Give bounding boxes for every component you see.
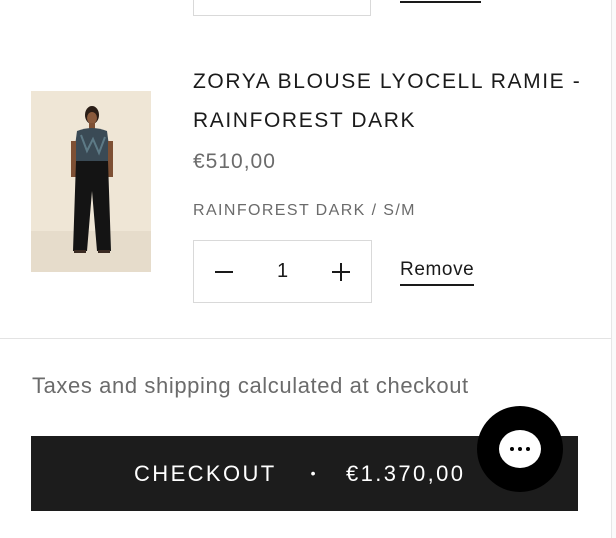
previous-item-remove-link[interactable] — [400, 1, 481, 3]
checkout-separator: • — [310, 464, 318, 481]
chat-bubble-icon — [499, 430, 541, 468]
checkout-total: €1.370,00 — [345, 460, 466, 486]
increase-quantity-button[interactable] — [311, 241, 371, 302]
previous-item-quantity-selector[interactable] — [193, 0, 371, 16]
cart-drawer: ZORYA BLOUSE LYOCELL RAMIE - RAINFOREST … — [0, 0, 616, 538]
checkout-button-edge — [576, 436, 580, 511]
decrease-quantity-button[interactable] — [194, 241, 254, 302]
remove-item-link[interactable]: Remove — [400, 259, 475, 286]
chat-launcher-button[interactable] — [477, 406, 563, 492]
product-price: €510,00 — [193, 150, 276, 173]
product-photo-icon — [31, 91, 151, 272]
product-thumbnail[interactable] — [31, 91, 151, 272]
taxes-shipping-note: Taxes and shipping calculated at checkou… — [32, 373, 469, 398]
product-title[interactable]: ZORYA BLOUSE LYOCELL RAMIE - RAINFOREST … — [193, 62, 593, 140]
checkout-label: CHECKOUT — [134, 460, 277, 486]
cart-footer-divider — [0, 338, 612, 339]
quantity-value[interactable]: 1 — [263, 260, 303, 283]
scrollbar-track[interactable] — [611, 0, 616, 538]
product-variant: RAINFOREST DARK / S/M — [193, 202, 416, 219]
plus-icon — [332, 262, 350, 281]
quantity-stepper: 1 — [193, 240, 372, 303]
minus-icon — [215, 270, 233, 273]
